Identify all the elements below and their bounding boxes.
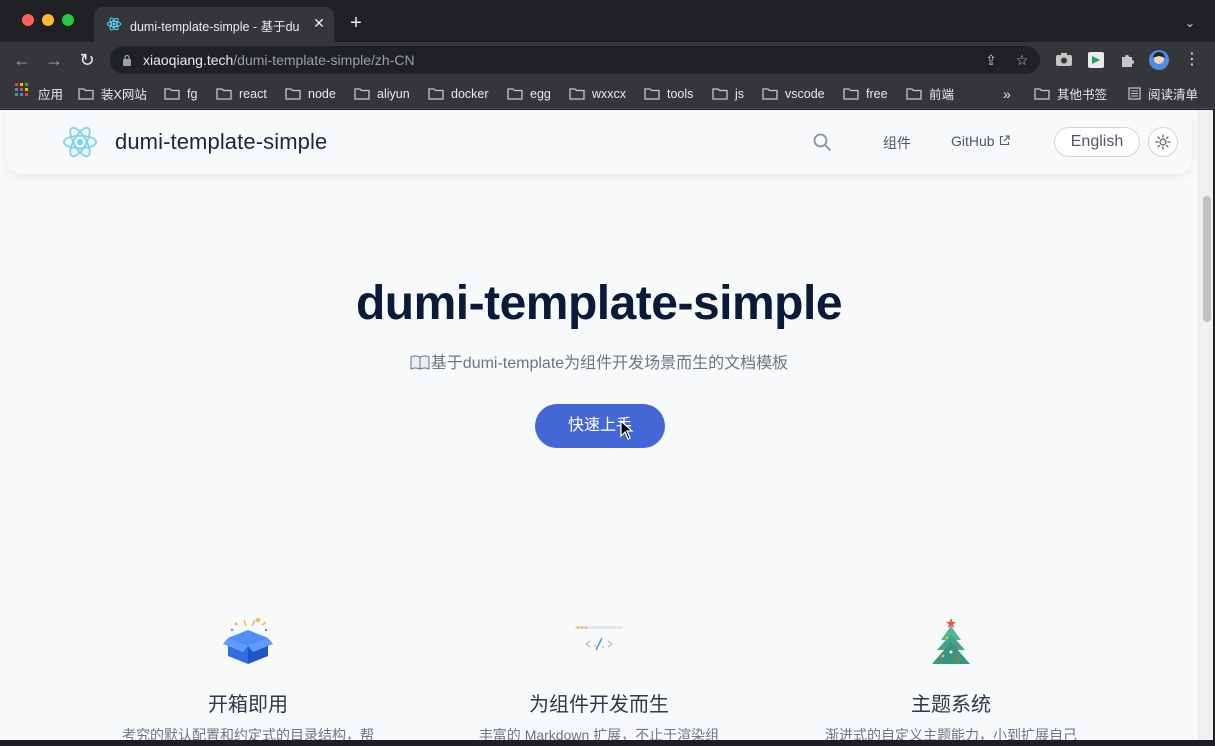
feature-description: 渐进式的自定义主题能力，小到扩展自己 (825, 727, 1077, 740)
bookmarks-bar: 应用 装X网站 fg react node aliyun docker egg … (0, 78, 1215, 109)
feature-card: 主题系统 渐进式的自定义主题能力，小到扩展自己 (801, 616, 1101, 740)
folder-icon (285, 88, 301, 100)
feature-card: 为组件开发而生 丰富的 Markdown 扩展，不止于渲染组 (449, 616, 749, 740)
github-label: GitHub (951, 133, 995, 149)
bookmark-folder[interactable]: fg (164, 84, 197, 103)
folder-icon (216, 88, 232, 100)
feature-card: 开箱即用 考究的默认配置和约定式的目录结构，帮 (98, 616, 398, 740)
folder-icon (507, 88, 523, 100)
reading-list-icon (1128, 87, 1141, 100)
hero-description-text: 基于dumi-template为组件开发场景而生的文档模板 (430, 355, 789, 372)
browser-toolbar: ← → ↻ xiaoqiang.tech/dumi-template-simpl… (0, 42, 1215, 78)
new-tab-icon[interactable]: + (345, 12, 367, 34)
bookmarks-overflow-button[interactable]: » (1003, 84, 1011, 103)
apps-grid-icon[interactable] (15, 83, 29, 97)
other-bookmarks-folder[interactable]: 其他书签 (1034, 84, 1107, 103)
bookmark-folder[interactable]: docker (428, 84, 489, 103)
bookmark-folder[interactable]: tools (644, 84, 693, 103)
chrome-menu-icon[interactable]: ⋮ (1180, 48, 1204, 72)
bookmark-folder[interactable]: aliyun (354, 84, 410, 103)
browser-tab[interactable]: dumi-template-simple - 基于du ✕ (94, 7, 334, 42)
christmas-tree-icon (932, 618, 970, 664)
bookmark-folder[interactable]: wxxcx (569, 84, 626, 103)
react-logo-icon[interactable] (61, 124, 99, 160)
bookmark-apps[interactable]: 应用 (38, 84, 63, 103)
bookmark-folder[interactable]: vscode (762, 84, 825, 103)
browser-chrome: dumi-template-simple - 基于du ✕ + ⌄ ← → ↻ … (0, 0, 1215, 110)
bookmark-folder[interactable]: 前端 (906, 84, 954, 103)
external-link-icon (999, 135, 1010, 146)
reading-list-button[interactable]: 阅读清单 (1128, 84, 1198, 103)
mouse-cursor-icon (620, 420, 634, 440)
profile-avatar-icon[interactable] (1149, 50, 1169, 70)
bookmark-star-icon[interactable]: ☆ (1013, 51, 1031, 69)
reload-icon[interactable]: ↻ (75, 48, 99, 72)
folder-icon (712, 88, 728, 100)
tab-search-chevron-icon[interactable]: ⌄ (1180, 13, 1200, 33)
hero-title: dumi-template-simple (355, 277, 843, 330)
title-bar: dumi-template-simple - 基于du ✕ + ⌄ (0, 0, 1215, 42)
search-icon[interactable] (812, 132, 832, 152)
folder-icon (906, 88, 922, 100)
folder-icon (78, 88, 94, 100)
feature-description: 考究的默认配置和约定式的目录结构，帮 (122, 727, 374, 740)
site-title[interactable]: dumi-template-simple (115, 129, 327, 155)
url-text: xiaoqiang.tech/dumi-template-simple/zh-C… (143, 52, 415, 68)
puzzle-extensions-icon[interactable] (1118, 50, 1138, 70)
theme-toggle-button[interactable] (1148, 127, 1178, 157)
share-icon[interactable]: ⇪ (982, 51, 1000, 69)
scrollbar-thumb[interactable] (1203, 196, 1211, 322)
back-arrow-icon[interactable]: ← (10, 48, 34, 72)
folder-icon (354, 88, 370, 100)
lock-icon (123, 54, 131, 66)
bookmark-folder[interactable]: js (712, 84, 744, 103)
bookmark-folder[interactable]: free (843, 84, 888, 103)
folder-icon (762, 88, 778, 100)
page-scrollbar[interactable] (1198, 110, 1213, 740)
bookmark-folder[interactable]: react (216, 84, 267, 103)
close-window-button[interactable] (22, 14, 34, 26)
folder-icon (569, 88, 585, 100)
address-bar[interactable]: xiaoqiang.tech/dumi-template-simple/zh-C… (110, 46, 1040, 74)
sun-icon (1155, 134, 1171, 150)
green-extension-icon[interactable] (1086, 50, 1106, 70)
gift-box-icon (223, 618, 273, 664)
forward-arrow-icon[interactable]: → (42, 48, 66, 72)
get-started-button[interactable]: 快速上手 (535, 404, 665, 448)
tab-close-icon[interactable]: ✕ (311, 14, 327, 32)
bookmark-folder[interactable]: 装X网站 (78, 84, 147, 103)
maximize-window-button[interactable] (62, 14, 74, 26)
minimize-window-button[interactable] (42, 14, 54, 26)
tab-title: dumi-template-simple - 基于du (130, 20, 300, 34)
feature-title: 主题系统 (911, 694, 991, 716)
react-favicon-icon (106, 17, 122, 31)
folder-icon (428, 88, 444, 100)
site-header: dumi-template-simple 组件 GitHub English (6, 110, 1192, 174)
hero-description: 基于dumi-template为组件开发场景而生的文档模板 (0, 349, 1198, 373)
bookmark-folder[interactable]: node (285, 84, 336, 103)
open-book-icon (410, 355, 430, 370)
nav-link-github[interactable]: GitHub (951, 133, 1010, 149)
feature-title: 开箱即用 (208, 694, 288, 716)
folder-icon (644, 88, 660, 100)
page-content: dumi-template-simple 组件 GitHub English d… (0, 110, 1198, 740)
folder-icon (164, 88, 180, 100)
language-switch-button[interactable]: English (1054, 127, 1140, 157)
feature-description: 丰富的 Markdown 扩展，不止于渲染组 (478, 727, 720, 740)
folder-icon (843, 88, 859, 100)
bookmark-folder[interactable]: egg (507, 84, 551, 103)
code-window-icon (575, 626, 623, 651)
nav-link-components[interactable]: 组件 (883, 133, 911, 153)
window-bottom-edge (0, 740, 1215, 746)
folder-icon (1034, 88, 1050, 100)
camera-extension-icon[interactable] (1054, 50, 1074, 70)
feature-title: 为组件开发而生 (529, 694, 669, 716)
